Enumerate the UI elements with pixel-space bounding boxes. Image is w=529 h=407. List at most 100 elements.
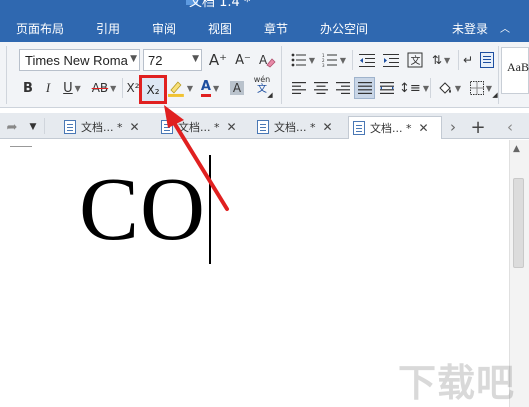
bullet-list-button[interactable]: ▼ (289, 49, 317, 71)
document-tab-active[interactable]: 文档... * ✕ (348, 116, 442, 139)
italic-button[interactable]: I (39, 77, 57, 99)
ribbon-divider (281, 46, 282, 104)
close-icon[interactable]: ✕ (227, 120, 237, 134)
tab-label: 文档... * (370, 122, 412, 135)
ribbon-collapse-icon[interactable]: ︿ (500, 20, 510, 35)
subscript-button[interactable]: X₂ (139, 75, 167, 104)
chinese-layout-icon: 文 (407, 52, 423, 68)
style-gallery[interactable]: AaBl (501, 47, 529, 94)
menu-view[interactable]: 视图 (208, 20, 232, 37)
font-size-combobox[interactable]: ▼ (143, 49, 202, 71)
menu-bar: 文档 1.4 * 页面布局 引用 审阅 视图 章节 办公空间 未登录 ︿ (0, 0, 529, 42)
ribbon-divider (352, 50, 353, 70)
paragraph-shading-button[interactable]: ▼ (434, 77, 464, 99)
font-dialog-launcher-icon[interactable]: ◢ (266, 90, 274, 100)
ribbon-divider (430, 78, 431, 98)
font-name-combobox[interactable]: ▼ (19, 49, 140, 71)
menu-office-space[interactable]: 办公空间 (320, 20, 368, 37)
tab-list-chevron-icon[interactable]: ▼ (26, 116, 40, 138)
tab-scroll-right-icon[interactable]: › (446, 116, 460, 138)
document-icon (257, 120, 269, 134)
menu-references[interactable]: 引用 (96, 20, 120, 37)
align-right-icon (336, 82, 350, 94)
decrease-indent-button[interactable] (356, 49, 378, 71)
tab-scroll-left-icon[interactable]: ‹ (500, 116, 520, 138)
numbered-list-icon: 123 (322, 53, 337, 67)
grow-font-button[interactable]: A⁺ (207, 49, 229, 71)
window-title: 文档 1.4 * (189, 0, 251, 10)
character-shading-button[interactable]: A (227, 77, 247, 99)
menu-review[interactable]: 审阅 (152, 20, 176, 37)
svg-text:3: 3 (322, 63, 325, 67)
tab-back-icon[interactable]: ➦ (2, 116, 22, 138)
document-tab-2[interactable]: 文档... * ✕ (157, 116, 249, 138)
ribbon-divider (498, 46, 499, 104)
align-center-button[interactable] (311, 77, 331, 99)
document-tab-bar: ➦ ▼ 文档... * ✕ 文档... * ✕ 文档... * ✕ 文档... … (0, 113, 529, 139)
chevron-down-icon[interactable]: ▼ (340, 56, 346, 65)
justify-button[interactable] (354, 77, 375, 99)
chevron-down-icon[interactable]: ▼ (423, 84, 429, 93)
numbered-list-button[interactable]: 123 ▼ (320, 49, 348, 71)
chevron-down-icon[interactable]: ▼ (130, 54, 137, 64)
clear-format-button[interactable]: A (256, 49, 278, 71)
close-icon[interactable]: ✕ (323, 120, 333, 134)
indent-icon (383, 54, 399, 67)
outdent-icon (359, 54, 375, 67)
shrink-font-button[interactable]: A⁻ (232, 49, 254, 71)
increase-indent-button[interactable] (380, 49, 402, 71)
align-left-icon (292, 82, 306, 94)
font-size-input[interactable] (144, 50, 186, 71)
chevron-down-icon[interactable]: ▼ (309, 56, 315, 65)
tab-label: 文档... * (274, 121, 316, 134)
sort-button[interactable]: ⇅ ▼ (427, 49, 455, 71)
page-corner-mark (10, 146, 32, 147)
chevron-down-icon[interactable]: ▼ (444, 56, 450, 65)
strikethrough-button[interactable]: AB ▼ (88, 77, 120, 99)
underline-button[interactable]: U ▼ (59, 77, 85, 99)
menu-page-layout[interactable]: 页面布局 (16, 20, 64, 37)
font-name-input[interactable] (20, 50, 128, 71)
ribbon-divider (458, 50, 459, 70)
document-icon (64, 120, 76, 134)
document-tab-3[interactable]: 文档... * ✕ (253, 116, 345, 138)
chevron-down-icon[interactable]: ▼ (75, 84, 81, 93)
svg-text:文: 文 (411, 54, 421, 67)
text-highlight-button[interactable]: ▼ (167, 77, 193, 99)
watermark: 下载吧 (398, 361, 516, 405)
tab-label: 文档... * (178, 121, 220, 134)
ribbon-toolbar: ▼ ▼ A⁺ A⁻ A B I U ▼ AB ▼ X (0, 42, 529, 108)
bold-button[interactable]: B (18, 77, 38, 99)
text-box-icon (480, 52, 494, 68)
style-preview-label: AaBl (507, 60, 529, 74)
new-tab-button[interactable]: + (468, 116, 488, 138)
bullet-list-icon (291, 53, 306, 67)
font-color-button[interactable]: A ▼ (196, 77, 224, 99)
align-right-button[interactable] (333, 77, 353, 99)
scrollbar-thumb[interactable] (513, 178, 524, 268)
menu-section[interactable]: 章节 (264, 20, 288, 37)
document-text[interactable]: CO (79, 160, 206, 260)
line-spacing-button[interactable]: ↕≡ ▼ (399, 77, 429, 99)
scroll-up-arrow-icon[interactable]: ▲ (513, 144, 520, 154)
sort-az-icon: ⇅ (431, 53, 442, 67)
close-icon[interactable]: ✕ (130, 120, 140, 134)
ribbon-divider (6, 46, 7, 104)
chevron-down-icon[interactable]: ▼ (192, 54, 199, 64)
highlighter-icon (167, 81, 184, 97)
document-tab-1[interactable]: 文档... * ✕ (60, 116, 152, 138)
login-status[interactable]: 未登录 (452, 20, 488, 37)
show-marks-button[interactable]: ↵ (460, 49, 476, 71)
chevron-down-icon[interactable]: ▼ (213, 84, 219, 93)
align-center-icon (314, 82, 328, 94)
app-window: 文档 1.4 * 页面布局 引用 审阅 视图 章节 办公空间 未登录 ︿ ▼ ▼… (0, 0, 529, 407)
align-left-button[interactable] (289, 77, 309, 99)
chevron-down-icon[interactable]: ▼ (110, 84, 116, 93)
distributed-align-button[interactable] (377, 77, 397, 99)
chevron-down-icon[interactable]: ▼ (455, 84, 461, 93)
ribbon-divider (122, 78, 123, 98)
text-box-button[interactable] (478, 49, 496, 71)
close-icon[interactable]: ✕ (419, 121, 429, 135)
chevron-down-icon[interactable]: ▼ (187, 84, 193, 93)
chinese-layout-button[interactable]: 文 (404, 49, 426, 71)
